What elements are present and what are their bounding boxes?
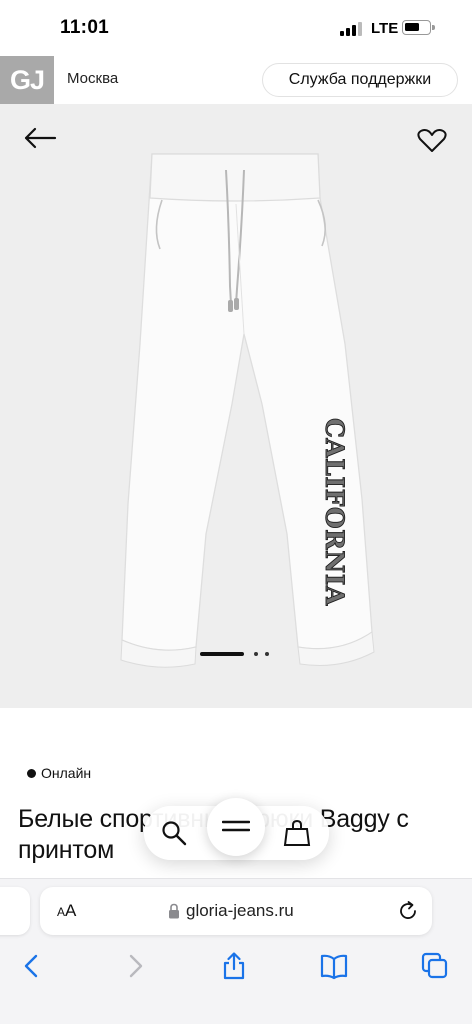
back-icon[interactable] (18, 952, 46, 980)
product-image[interactable]: CALIFORNIA (0, 104, 472, 708)
availability-label: Онлайн (41, 765, 92, 781)
previous-tab-preview[interactable] (0, 887, 30, 935)
share-icon[interactable] (220, 952, 248, 980)
availability-badge: Онлайн (27, 765, 91, 781)
network-type: LTE (371, 20, 399, 37)
status-time: 11:01 (60, 17, 110, 38)
heart-icon[interactable] (417, 128, 447, 154)
menu-button[interactable] (207, 798, 265, 856)
bookmarks-icon[interactable] (320, 952, 348, 980)
support-button[interactable]: Служба поддержки (262, 63, 458, 97)
search-icon[interactable] (161, 820, 187, 846)
carousel-indicator[interactable] (200, 651, 280, 657)
carousel-dot[interactable] (265, 652, 269, 656)
city-selector[interactable]: Москва (67, 70, 118, 87)
shopping-bag-icon[interactable] (283, 819, 311, 847)
product-photo: CALIFORNIA (120, 153, 375, 668)
back-arrow-icon[interactable] (22, 126, 58, 150)
status-bar: 11:01 LTE (0, 0, 472, 56)
carousel-dot[interactable] (254, 652, 258, 656)
text-size-button[interactable]: AA (57, 901, 76, 921)
battery-icon (402, 20, 435, 35)
text-size-large-label: A (65, 901, 77, 920)
url-text: gloria-jeans.ru (186, 901, 294, 920)
cellular-signal-icon (340, 22, 362, 36)
lock-icon (169, 903, 179, 919)
address-bar[interactable]: AA gloria-jeans.ru (40, 887, 432, 935)
forward-icon[interactable] (121, 952, 149, 980)
site-logo[interactable]: GJ (0, 56, 54, 104)
site-header: GJ Москва Служба поддержки (0, 56, 472, 104)
california-print: CALIFORNIA (320, 418, 349, 606)
reload-icon[interactable] (397, 900, 419, 922)
text-size-small-label: A (57, 905, 66, 919)
tabs-icon[interactable] (421, 952, 449, 980)
carousel-dot-active[interactable] (200, 652, 244, 656)
menu-icon (222, 820, 250, 832)
availability-dot (27, 768, 36, 778)
browser-toolbar: AA gloria-jeans.ru (0, 878, 472, 1024)
